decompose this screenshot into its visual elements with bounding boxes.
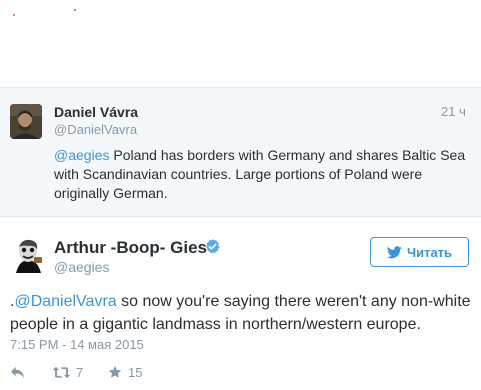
author-handle[interactable]: @aegies (54, 259, 109, 275)
stray-dot (13, 14, 15, 16)
stray-dot (74, 9, 76, 11)
follow-button-label: Читать (406, 244, 453, 260)
twitter-bird-icon (386, 245, 402, 258)
reply-icon (11, 366, 24, 378)
avatar-illustration-icon (10, 237, 46, 273)
favorite-count: 15 (128, 364, 143, 380)
favorite-button[interactable]: 15 (108, 365, 142, 380)
quoted-author-name[interactable]: Daniel Vávra (54, 104, 138, 120)
reply-button[interactable] (10, 366, 52, 379)
follow-button[interactable]: Читать (370, 237, 469, 267)
tweet-text: .@DanielVavra so now you're saying there… (10, 290, 480, 336)
avatar-photo-icon (10, 104, 42, 139)
retweet-icon (52, 366, 71, 378)
retweet-button[interactable]: 7 (52, 365, 108, 380)
mention-link[interactable]: @DanielVavra (14, 293, 116, 310)
author-name[interactable]: Arthur -Boop- Gies (54, 238, 207, 258)
tweet-actions: 7 15 (10, 362, 142, 382)
tweet-timestamp[interactable]: 7:15 PM - 14 мая 2015 (10, 337, 144, 352)
star-icon (108, 365, 122, 378)
avatar[interactable] (10, 237, 46, 273)
mention-link[interactable]: @aegies (54, 147, 109, 163)
quoted-tweet-time[interactable]: 21 ч (441, 104, 466, 119)
quoted-tweet-body: Poland has borders with Germany and shar… (54, 147, 466, 201)
verified-badge-icon (206, 239, 220, 254)
avatar[interactable] (10, 104, 42, 139)
quoted-tweet-text: @aegies Poland has borders with Germany … (54, 146, 474, 203)
retweet-count: 7 (76, 364, 84, 380)
quoted-author-handle[interactable]: @DanielVavra (54, 122, 137, 137)
